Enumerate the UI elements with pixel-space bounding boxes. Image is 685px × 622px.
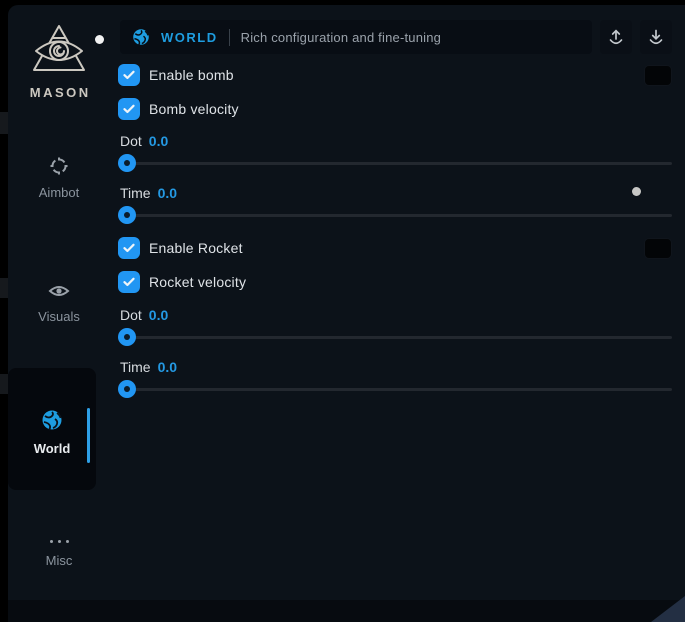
setting-row: Enable bomb (118, 64, 672, 86)
color-swatch-bomb[interactable] (645, 66, 671, 85)
slider-track[interactable] (118, 214, 672, 217)
page-title: WORLD (161, 30, 218, 45)
slider-track[interactable] (118, 162, 672, 165)
checkbox-bomb-velocity[interactable] (118, 98, 140, 120)
slider-bomb-time: Time 0.0 (118, 185, 672, 224)
slider-thumb[interactable] (118, 380, 136, 398)
slider-label: Time (120, 185, 151, 201)
setting-row: Rocket velocity (118, 271, 672, 293)
slider-value: 0.0 (158, 359, 177, 375)
cursor-dot (95, 35, 104, 44)
slider-value: 0.0 (149, 307, 168, 323)
setting-row: Bomb velocity (118, 98, 672, 120)
slider-rocket-dot: Dot 0.0 (118, 307, 672, 346)
globe-icon (132, 28, 150, 46)
crosshair-icon (49, 156, 69, 176)
export-config-button[interactable] (600, 20, 632, 54)
slider-bomb-dot: Dot 0.0 (118, 133, 672, 172)
globe-icon (41, 409, 63, 431)
active-tab-indicator (87, 408, 90, 463)
pyramid-eye-icon (30, 23, 88, 77)
panel-header: WORLD Rich configuration and fine-tuning (120, 20, 592, 54)
eye-icon (48, 282, 70, 300)
ellipsis-icon (8, 538, 110, 544)
slider-label: Dot (120, 307, 142, 323)
checkmark-icon (123, 243, 135, 253)
sidebar-item-label: Aimbot (8, 185, 110, 200)
sidebar-item-misc[interactable]: Misc (8, 538, 110, 568)
download-icon (648, 29, 664, 46)
background-window-edge (0, 374, 8, 394)
cursor-dot (632, 187, 641, 196)
checkbox-label: Bomb velocity (149, 101, 239, 117)
checkbox-label: Enable bomb (149, 67, 234, 83)
slider-thumb[interactable] (118, 206, 136, 224)
background-window-edge (0, 278, 8, 298)
settings-list: Enable bomb Bomb velocity Dot 0.0 (118, 64, 672, 411)
sidebar-item-label: Visuals (8, 309, 110, 324)
checkbox-enable-bomb[interactable] (118, 64, 140, 86)
sidebar-item-world[interactable]: World (8, 368, 96, 490)
brand-logo: MASON (8, 23, 110, 100)
checkbox-label: Enable Rocket (149, 240, 243, 256)
sidebar-item-aimbot[interactable]: Aimbot (8, 156, 110, 200)
background-window-edge (0, 112, 8, 134)
sidebar-item-visuals[interactable]: Visuals (8, 282, 110, 324)
sidebar: MASON Aimbot Visuals (8, 5, 110, 622)
page-subtitle: Rich configuration and fine-tuning (241, 30, 441, 45)
slider-rocket-time: Time 0.0 (118, 359, 672, 398)
slider-label: Dot (120, 133, 142, 149)
brand-name: MASON (8, 85, 110, 100)
checkbox-label: Rocket velocity (149, 274, 246, 290)
checkbox-enable-rocket[interactable] (118, 237, 140, 259)
checkmark-icon (123, 104, 135, 114)
mason-menu-window: MASON Aimbot Visuals (8, 5, 685, 622)
sidebar-item-label: World (8, 441, 96, 456)
window-bottom-shade (8, 600, 685, 622)
checkmark-icon (123, 277, 135, 287)
panel-header-row: WORLD Rich configuration and fine-tuning (120, 20, 672, 54)
upload-icon (608, 29, 624, 46)
slider-label: Time (120, 359, 151, 375)
content-panel: WORLD Rich configuration and fine-tuning (110, 5, 685, 622)
checkmark-icon (123, 70, 135, 80)
color-swatch-rocket[interactable] (645, 239, 671, 258)
sidebar-item-label: Misc (8, 553, 110, 568)
checkbox-rocket-velocity[interactable] (118, 271, 140, 293)
slider-thumb[interactable] (118, 328, 136, 346)
slider-value: 0.0 (158, 185, 177, 201)
divider (229, 29, 230, 46)
slider-thumb[interactable] (118, 154, 136, 172)
slider-value: 0.0 (149, 133, 168, 149)
slider-track[interactable] (118, 336, 672, 339)
import-config-button[interactable] (640, 20, 672, 54)
setting-row: Enable Rocket (118, 237, 672, 259)
slider-track[interactable] (118, 388, 672, 391)
